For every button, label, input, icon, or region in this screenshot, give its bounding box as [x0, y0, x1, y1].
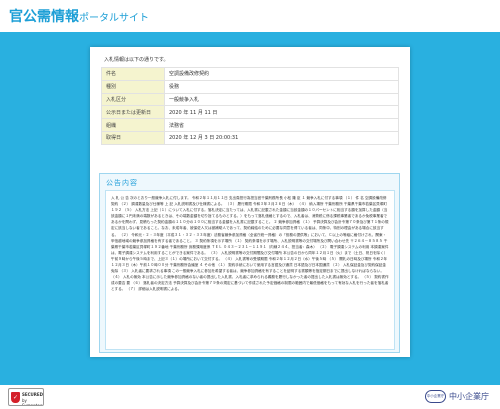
- row-value-notice-date: 2020 年 11 月 11 日: [164, 105, 399, 120]
- site-title-main: 官公需情報: [9, 9, 79, 25]
- row-label-organization: 組織: [101, 118, 165, 132]
- table-row: 入札区分 一般競争入札: [101, 92, 399, 107]
- table-row: 件名 空調設備改修契約: [101, 67, 399, 81]
- notice-section: 公告内容 入 札 公 告 次のとおり一般競争入札に付します。 令和２年１１月１１…: [99, 173, 400, 353]
- row-label-notice-date: 公示日または更新日: [101, 105, 165, 120]
- table-row: 組織 法務省: [101, 118, 399, 132]
- site-logo[interactable]: 官公需情報ポータルサイト: [9, 9, 149, 27]
- row-value-bid-type: 一般競争入札: [164, 92, 399, 107]
- row-label-category: 種別: [101, 79, 165, 94]
- security-seal[interactable]: ✓ SECURED by Symantec: [8, 388, 44, 406]
- table-row: 取得日 2020 年 12 月 3 日 20:00:31: [101, 130, 399, 145]
- row-label-retrieved: 取得日: [101, 130, 165, 145]
- site-header: 官公需情報ポータルサイト: [0, 0, 500, 32]
- seal-line-1: SECURED: [22, 392, 43, 397]
- agency-logo[interactable]: 中小企業庁 中小企業庁: [425, 390, 491, 404]
- row-value-organization: 法務省: [164, 118, 399, 132]
- site-title-sub: ポータルサイト: [79, 13, 149, 24]
- site-footer: ✓ SECURED by Symantec 中小企業庁 中小企業庁: [0, 385, 500, 409]
- table-row: 公示日または更新日 2020 年 11 月 11 日: [101, 105, 399, 120]
- row-value-category: 役務: [164, 79, 399, 94]
- notice-body: 入 札 公 告 次のとおり一般競争入札に付します。 令和２年１１月１１日 支出負…: [105, 190, 395, 350]
- notice-title: 公告内容: [106, 179, 138, 187]
- table-row: 種別 役務: [101, 79, 399, 94]
- shield-check-icon: ✓: [11, 392, 20, 403]
- row-value-title: 空調設備改修契約: [164, 67, 399, 81]
- row-value-retrieved: 2020 年 12 月 3 日 20:00:31: [164, 130, 399, 145]
- row-label-title: 件名: [101, 67, 165, 81]
- agency-mark-icon: 中小企業庁: [425, 390, 446, 403]
- bid-info-table: 件名 空調設備改修契約 種別 役務 入札区分 一般競争入札 公示日または更新日 …: [101, 67, 399, 145]
- bid-detail-card: 入札情報は以下の通りです。 件名 空調設備改修契約 種別 役務 入札区分 一般競…: [90, 47, 410, 357]
- intro-text: 入札情報は以下の通りです。: [104, 57, 169, 63]
- seal-line-2: by Symantec: [22, 398, 43, 406]
- row-label-bid-type: 入札区分: [101, 92, 165, 107]
- agency-name: 中小企業庁: [449, 392, 489, 401]
